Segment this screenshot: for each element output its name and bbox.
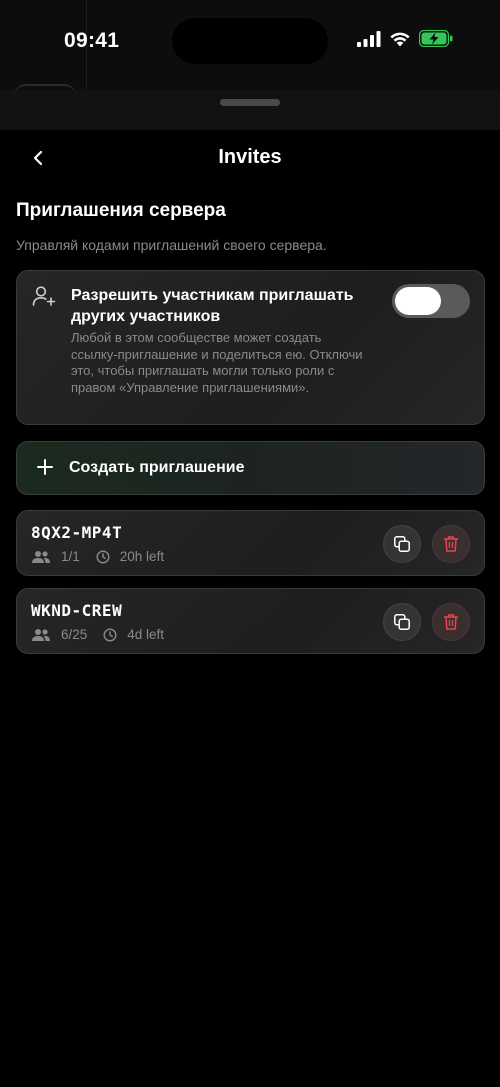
battery-charging-icon [419,30,453,47]
background-card-edge [14,84,76,96]
cellular-signal-icon [357,30,381,47]
allow-invites-toggle[interactable] [392,284,470,318]
permission-title: Разрешить участникам приглашать других у… [71,287,354,325]
clock-icon [103,627,117,642]
plus-icon [37,459,53,475]
page-title: Invites [218,146,282,168]
invites-sheet: Invites Приглашения сервера Управляй код… [0,130,500,1087]
invite-meta: 6/25 4d left [31,627,164,642]
permission-description: Любой в этом сообществе может создать сс… [71,330,363,395]
users-icon [32,550,50,563]
create-invite-button[interactable]: Создать приглашение [16,441,485,495]
invite-card: 8QX2-MP4T 1/1 20h left [16,510,485,576]
section-description: Управляй кодами приглашений своего серве… [16,237,327,253]
user-plus-icon [32,286,56,306]
delete-invite-button[interactable] [432,603,470,641]
invite-expires: 4d left [127,627,165,642]
nav-bar: Invites [0,130,500,186]
dynamic-island [172,18,328,64]
sheet-grabber[interactable] [220,99,280,106]
status-bar: 09:41 [0,0,500,90]
wifi-icon [390,32,410,46]
background-sheet [0,90,500,130]
copy-icon [394,536,410,552]
invites-screen: 09:41 Invites Приглашения сервера Управл… [0,0,500,1087]
clock-icon [96,549,110,564]
invite-card: WKND-CREW 6/25 4d left [16,588,485,654]
copy-icon [394,614,410,630]
status-time: 09:41 [64,29,120,52]
invite-expires: 20h left [119,549,165,564]
create-invite-label: Создать приглашение [69,459,245,476]
copy-invite-button[interactable] [383,603,421,641]
copy-invite-button[interactable] [383,525,421,563]
invite-meta: 1/1 20h left [31,549,164,564]
trash-icon [443,614,459,630]
delete-invite-button[interactable] [432,525,470,563]
status-icons [357,30,453,47]
section-title: Приглашения сервера [16,200,226,221]
invite-uses: 1/1 [61,549,80,564]
users-icon [32,628,50,641]
invite-uses: 6/25 [61,627,88,642]
permission-card: Разрешить участникам приглашать других у… [16,270,485,425]
invite-code: 8QX2-MP4T [31,523,123,542]
invite-code: WKND-CREW [31,601,123,620]
toggle-knob [395,287,441,315]
trash-icon [443,536,459,552]
